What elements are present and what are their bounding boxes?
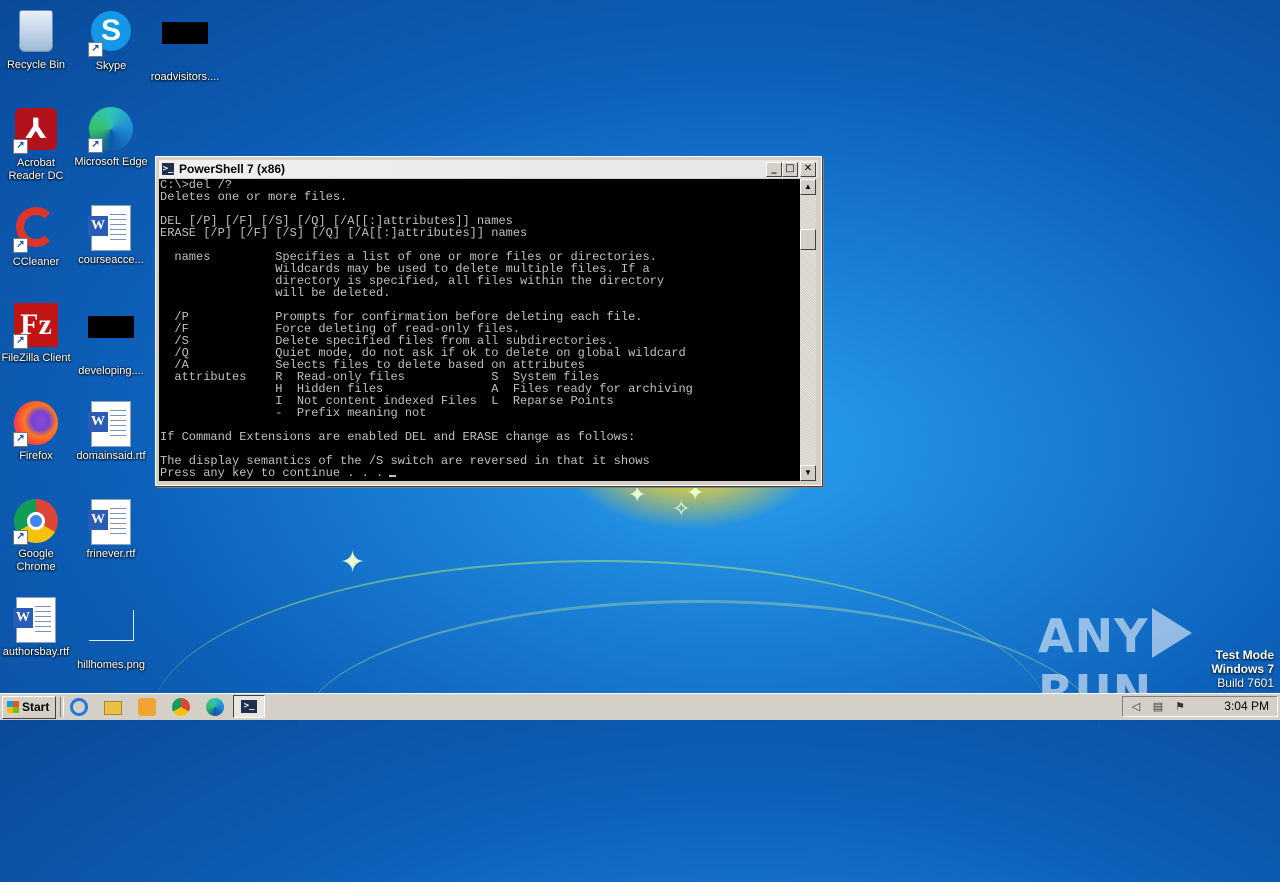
shortcut-arrow-icon: ↗	[13, 238, 28, 253]
wallpaper-swoosh	[150, 560, 1050, 882]
os-version-label: Windows 7	[1211, 662, 1274, 676]
watermark-left-text: ANY	[1038, 609, 1149, 663]
minimize-button[interactable]: _	[766, 162, 782, 177]
system-tray: ◁ ▤ ⚑ 3:04 PM	[1122, 696, 1278, 717]
speaker-icon[interactable]: ◁	[1129, 700, 1143, 714]
recycle-bin-icon	[19, 10, 53, 52]
maximize-button[interactable]: □	[782, 162, 798, 177]
desktop-icon-firefox[interactable]: ↗ Firefox	[0, 400, 74, 463]
windows-logo-icon	[7, 701, 19, 713]
powershell-taskbar-button[interactable]: >_	[233, 695, 265, 718]
shortcut-arrow-icon: ↗	[13, 139, 28, 154]
start-button[interactable]: Start	[2, 696, 56, 719]
scroll-up-button[interactable]: ▲	[800, 179, 816, 195]
play-icon	[1152, 608, 1193, 658]
desktop-icon-label: developing....	[78, 365, 144, 377]
network-icon[interactable]: ▤	[1151, 700, 1165, 714]
desktop-icon-acrobat[interactable]: ⅄ ↗ Acrobat Reader DC	[0, 106, 74, 183]
desktop-icon-skype[interactable]: S ↗ Skype	[73, 8, 149, 73]
internet-explorer-icon[interactable]	[70, 698, 88, 716]
console-output: C:\>del /? Deletes one or more files. DE…	[160, 179, 693, 468]
desktop-icon-label: hillhomes.png	[77, 659, 145, 671]
build-label: Build 7601	[1217, 676, 1274, 690]
shortcut-arrow-icon: ↗	[88, 42, 103, 57]
blank-file-icon	[88, 316, 134, 338]
desktop-icon-label: Google Chrome	[16, 548, 56, 573]
flag-icon[interactable]: ⚑	[1173, 700, 1187, 714]
desktop-icon-label: Acrobat Reader DC	[8, 157, 64, 182]
desktop-icon-developing[interactable]: developing....	[73, 302, 149, 378]
taskbar-separator	[60, 697, 64, 717]
vertical-scrollbar[interactable]: ▲ ▼	[800, 179, 816, 481]
desktop-icon-label: Recycle Bin	[6, 59, 66, 71]
console-prompt: Press any key to continue . . .	[160, 466, 384, 480]
desktop-icon-label: authorsbay.rtf	[2, 646, 70, 658]
desktop-icon-label: courseacce...	[78, 254, 144, 266]
scroll-down-button[interactable]: ▼	[800, 465, 816, 481]
window-title: PowerShell 7 (x86)	[179, 162, 286, 176]
start-label: Start	[22, 700, 50, 714]
chrome-taskbar-icon[interactable]	[172, 698, 190, 716]
desktop-icon-label: Skype	[95, 60, 127, 72]
shortcut-arrow-icon: ↗	[88, 138, 103, 153]
close-button[interactable]: ✕	[800, 162, 816, 177]
word-doc-icon: W	[88, 205, 131, 251]
desktop-icon-label: domainsaid.rtf	[76, 450, 146, 462]
file-explorer-icon[interactable]	[104, 701, 122, 715]
desktop-icon-label: CCleaner	[12, 256, 60, 268]
powershell-window[interactable]: >_ PowerShell 7 (x86) _ □ ✕ C:\>del /? D…	[155, 156, 822, 486]
powershell-icon: >_	[162, 163, 174, 175]
text-cursor	[389, 475, 397, 477]
taskbar: Start >_ ◁ ▤ ⚑ 3:04 PM	[0, 693, 1280, 720]
desktop-icon-label: Microsoft Edge	[74, 156, 148, 168]
desktop-icon-label: frinever.rtf	[86, 548, 136, 560]
desktop-icon-courseacce[interactable]: W courseacce...	[73, 204, 149, 267]
desktop-icon-label: FileZilla Client	[1, 352, 71, 364]
shortcut-arrow-icon: ↗	[13, 432, 28, 447]
test-mode-label: Test Mode	[1215, 648, 1274, 662]
desktop-icon-ccleaner[interactable]: ↗ CCleaner	[0, 204, 74, 269]
wallpaper-sparkle: ✧	[672, 496, 691, 521]
desktop-icon-roadvisitors[interactable]: roadvisitors....	[147, 8, 223, 84]
shortcut-arrow-icon: ↗	[13, 530, 28, 545]
desktop-icon-recycle-bin[interactable]: Recycle Bin	[0, 8, 74, 72]
clock[interactable]: 3:04 PM	[1224, 697, 1269, 716]
word-doc-icon: W	[88, 401, 131, 447]
blank-file-icon	[162, 22, 208, 44]
wallpaper-swoosh	[300, 600, 1100, 863]
image-file-icon	[88, 610, 134, 641]
desktop-icon-label: Firefox	[19, 450, 53, 462]
os-info: Test Mode Windows 7 Build 7601	[1211, 648, 1274, 690]
desktop-icon-label: roadvisitors....	[150, 71, 220, 83]
console-area[interactable]: C:\>del /? Deletes one or more files. DE…	[159, 179, 800, 481]
media-player-icon[interactable]	[138, 698, 156, 716]
desktop-icon-domainsaid[interactable]: W domainsaid.rtf	[73, 400, 149, 463]
desktop-icon-filezilla[interactable]: Fz ↗ FileZilla Client	[0, 302, 74, 365]
desktop-icon-chrome[interactable]: ↗ Google Chrome	[0, 498, 74, 574]
window-titlebar[interactable]: >_ PowerShell 7 (x86) _ □ ✕	[159, 160, 818, 178]
desktop-icon-hillhomes[interactable]: hillhomes.png	[73, 596, 149, 672]
word-doc-icon: W	[88, 499, 131, 545]
wallpaper-sparkle: ✦	[340, 546, 366, 579]
desktop-icon-edge[interactable]: ↗ Microsoft Edge	[73, 106, 149, 169]
desktop-icon-authorsbay[interactable]: W authorsbay.rtf	[0, 596, 74, 659]
desktop-icon-frinever[interactable]: W frinever.rtf	[73, 498, 149, 561]
shortcut-arrow-icon: ↗	[13, 334, 28, 349]
wallpaper-sparkle: ✦	[628, 482, 647, 507]
powershell-icon: >_	[241, 700, 257, 713]
scroll-thumb[interactable]	[800, 229, 816, 250]
edge-taskbar-icon[interactable]	[206, 698, 224, 716]
word-doc-icon: W	[13, 597, 56, 643]
